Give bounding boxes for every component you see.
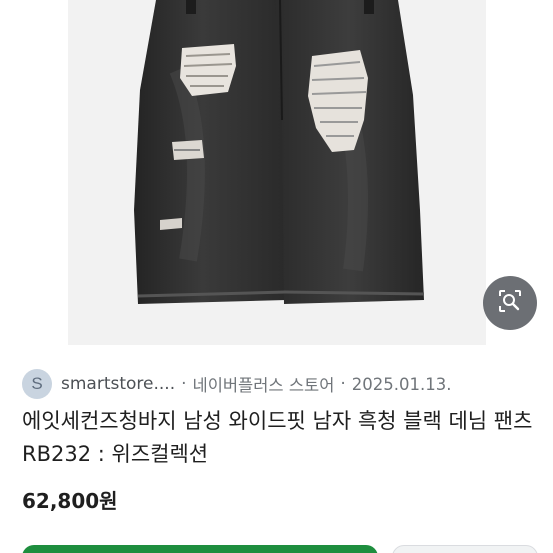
- jeans-image: [68, 0, 486, 345]
- image-search-icon: [497, 288, 523, 318]
- meta-separator: ·: [181, 374, 187, 394]
- result-source[interactable]: S smartstore.... · 네이버플러스 스토어 · 2025.01.…: [22, 368, 542, 400]
- product-image-area: [0, 0, 553, 345]
- image-search-button[interactable]: [483, 276, 537, 330]
- site-favicon: S: [22, 369, 52, 399]
- merchant-name: 네이버플러스 스토어: [192, 376, 335, 395]
- share-button[interactable]: [392, 545, 538, 553]
- visit-button[interactable]: [22, 545, 378, 553]
- result-title[interactable]: 에잇세컨즈청바지 남성 와이드핏 남자 흑청 블랙 데님 팬츠 RB232 : …: [22, 405, 537, 471]
- product-image[interactable]: [68, 0, 486, 345]
- result-date: 2025.01.13.: [351, 374, 452, 394]
- product-price: 62,800원: [22, 489, 118, 513]
- meta-separator: ·: [340, 374, 346, 394]
- search-result-screen: S smartstore.... · 네이버플러스 스토어 · 2025.01.…: [0, 0, 553, 553]
- site-name: smartstore....: [61, 374, 176, 394]
